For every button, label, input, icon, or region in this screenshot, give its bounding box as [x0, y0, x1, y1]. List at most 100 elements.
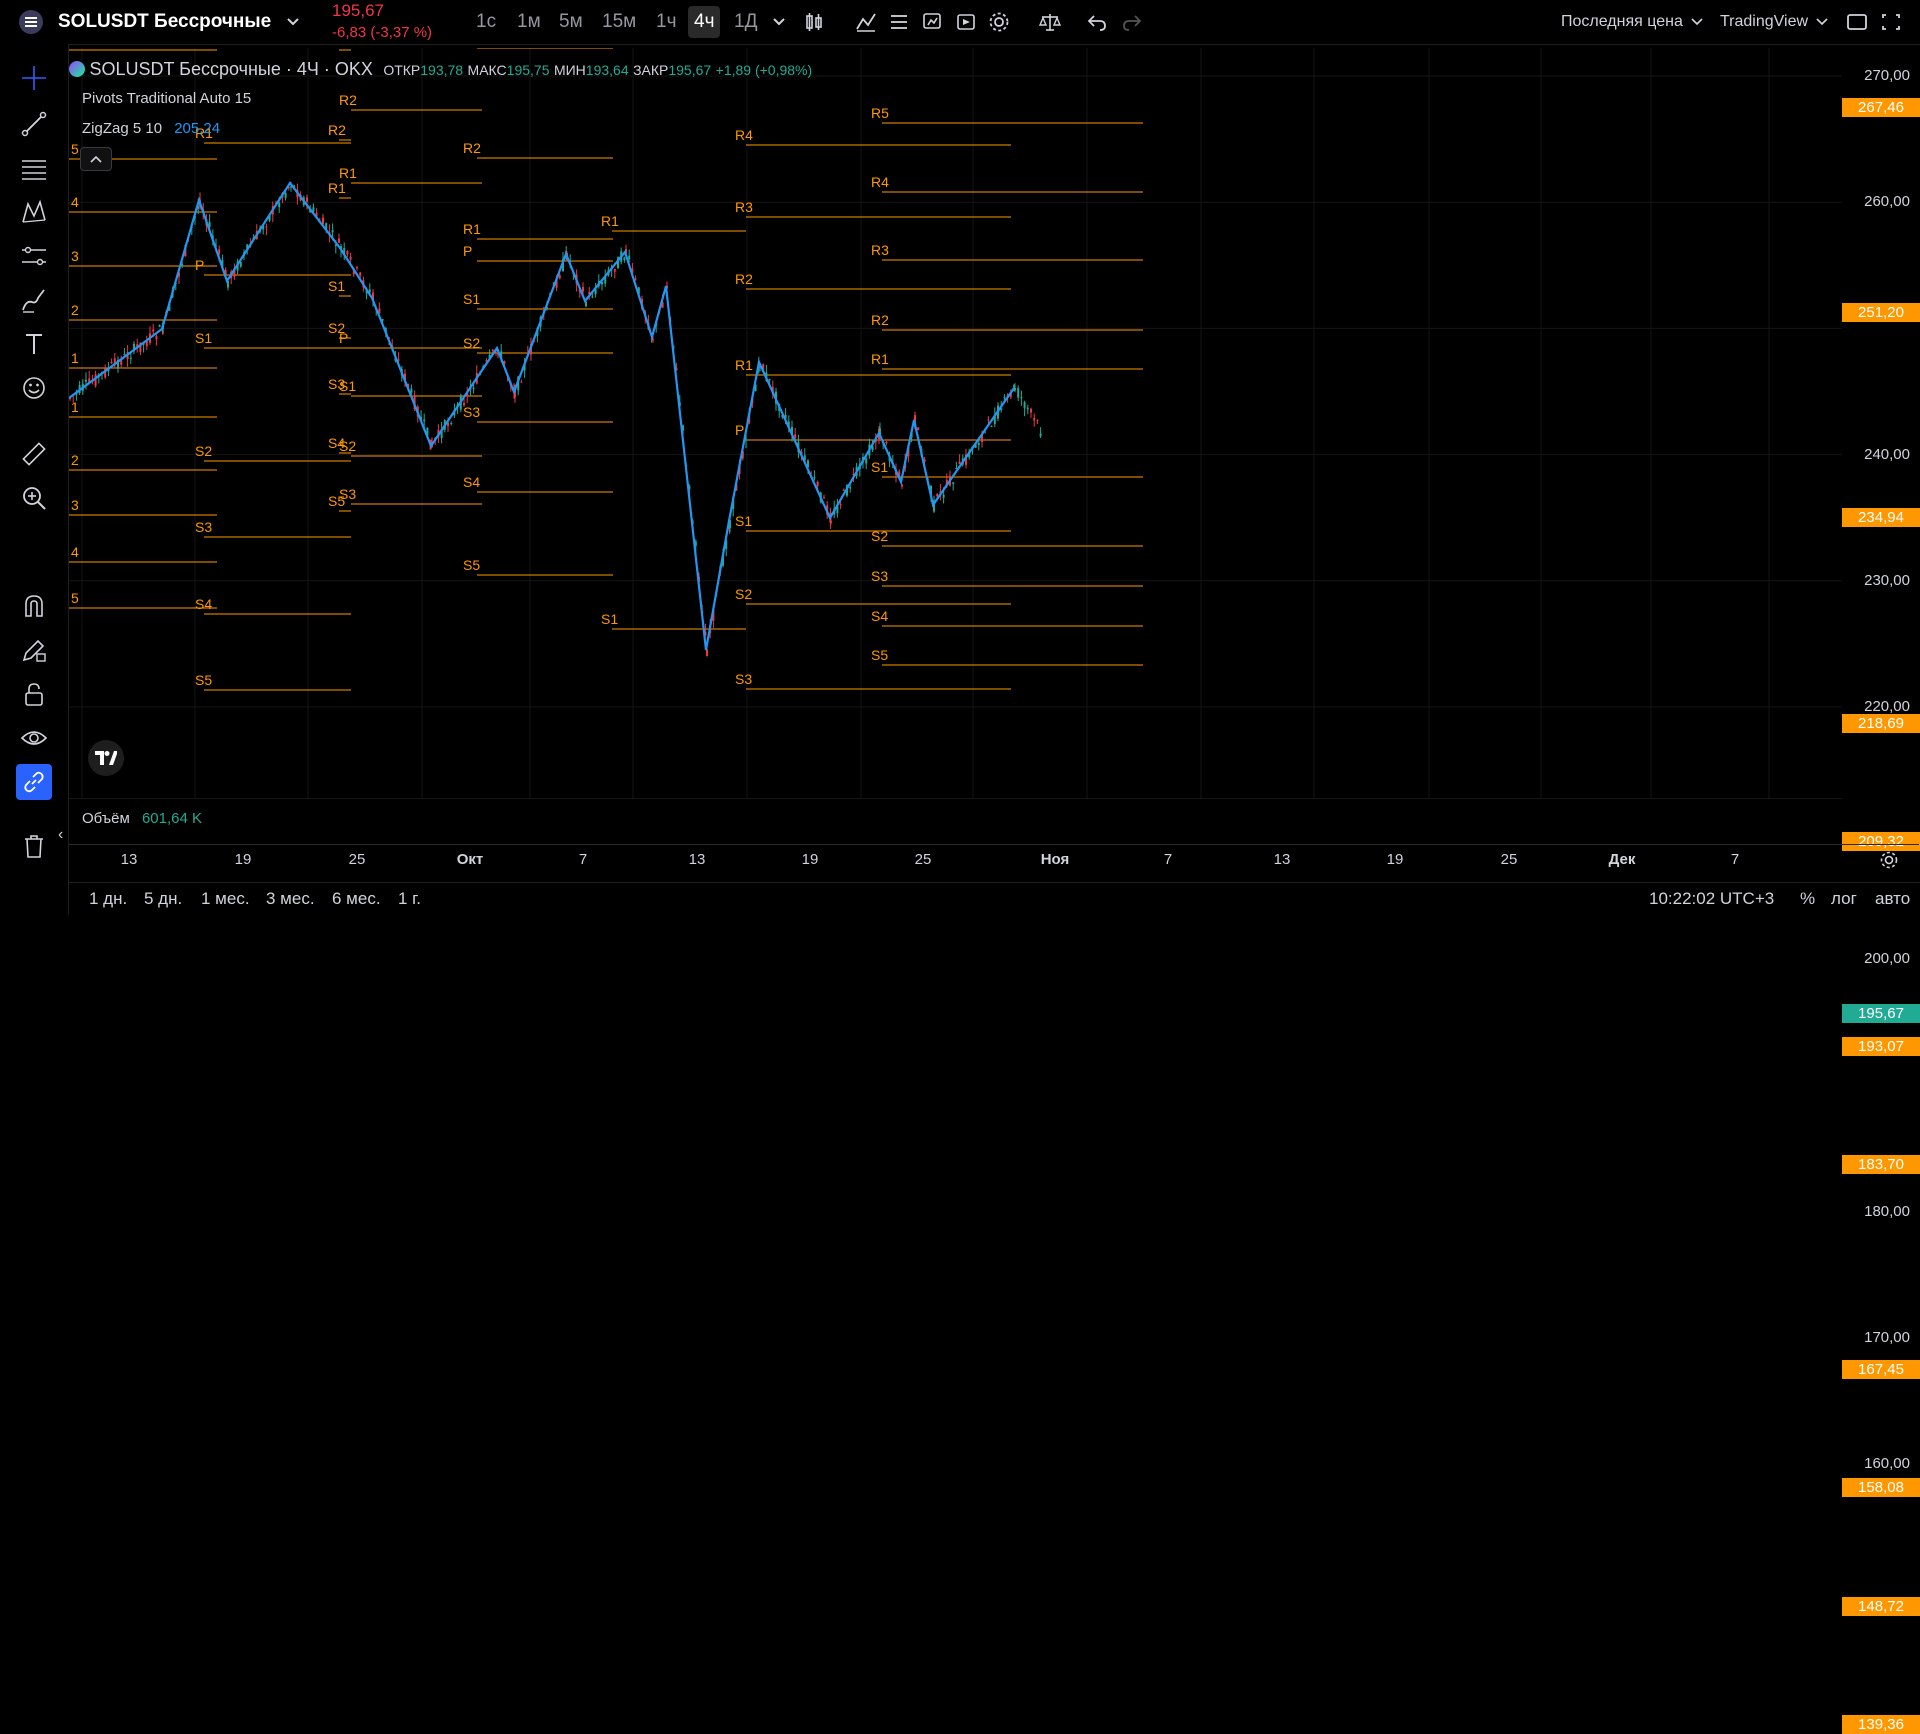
fullscreen-icon[interactable]	[1846, 0, 1868, 44]
snapshot-icon[interactable]	[1880, 0, 1902, 44]
timeframe-5m[interactable]: 5м	[553, 0, 589, 44]
candle	[628, 255, 631, 259]
redo-icon[interactable]	[1121, 0, 1143, 44]
drawing-toolbar: ‹	[0, 44, 69, 915]
pivot-label: S1	[463, 291, 480, 307]
candle	[85, 379, 87, 382]
range-3m[interactable]: 3 мес.	[266, 889, 315, 909]
legend-pivots[interactable]: Pivots Traditional Auto 15	[82, 90, 251, 107]
legend-logo-icon	[69, 61, 85, 77]
percent-toggle[interactable]: %	[1800, 889, 1815, 909]
legend-zigzag[interactable]: ZigZag 5 10 205,24	[82, 120, 220, 137]
settings-icon[interactable]	[1879, 850, 1899, 875]
pivot-label: S4	[463, 474, 480, 490]
candle	[1033, 417, 1036, 421]
pivot-label: R1	[463, 221, 481, 237]
timeframe-dropdown-icon[interactable]	[772, 0, 786, 44]
text-icon[interactable]	[16, 326, 52, 362]
timeframe-1m[interactable]: 1м	[511, 0, 547, 44]
measure-icon[interactable]	[16, 238, 52, 274]
indicators-icon[interactable]	[855, 0, 877, 44]
candle	[450, 422, 453, 425]
collapse-toolbar-icon[interactable]: ‹	[58, 826, 63, 844]
brush-icon[interactable]	[16, 282, 52, 318]
time-tick: Ноя	[1040, 851, 1070, 868]
range-6m[interactable]: 6 мес.	[332, 889, 381, 909]
eye-icon[interactable]	[16, 720, 52, 756]
time-tick: 19	[1386, 851, 1404, 868]
timeframe-1d[interactable]: 1Д	[728, 0, 763, 44]
log-toggle[interactable]: лог	[1831, 889, 1857, 909]
tradingview-logo-icon[interactable]	[88, 740, 124, 776]
link-icon[interactable]	[16, 764, 52, 800]
pivot-label: P	[735, 422, 744, 438]
candle	[158, 325, 161, 327]
pivot-label: R2	[463, 140, 481, 156]
candle	[123, 353, 126, 355]
menu-icon[interactable]	[18, 0, 44, 44]
candle	[155, 336, 158, 340]
candle	[306, 197, 308, 202]
range-1d[interactable]: 1 дн.	[89, 889, 127, 909]
magnet-icon[interactable]	[16, 588, 52, 624]
pivot-label: S3	[195, 519, 212, 535]
scales-icon[interactable]	[1038, 0, 1062, 44]
price-tick: 160,00	[1864, 1455, 1910, 1473]
time-tick: 25	[914, 851, 932, 868]
candles-icon[interactable]	[803, 0, 825, 44]
symbol-name[interactable]: SOLUSDT Бессрочные	[58, 0, 271, 44]
legend-title[interactable]: SOLUSDT Бессрочные · 4Ч · OKX	[89, 59, 372, 79]
trash-icon[interactable]	[16, 828, 52, 864]
pivot-label: R1	[871, 351, 889, 367]
chart-pane[interactable]: R2 5 4 3 2 1 1 2 3 4 5 R1 P S1 S2 S3 S4 S5 R3 R2 R1 S1 S2 S3 S4 S…	[68, 30, 1842, 1718]
ruler-icon[interactable]	[16, 436, 52, 472]
range-5d[interactable]: 5 дн.	[144, 889, 182, 909]
candle	[423, 419, 426, 422]
pivot-price-tag: 193,07	[1842, 1036, 1920, 1056]
price-tick: 180,00	[1864, 1202, 1910, 1220]
legend-volume[interactable]: Объём 601,64 K	[82, 810, 202, 827]
price-tick: 170,00	[1864, 1329, 1910, 1346]
candle	[582, 286, 584, 292]
timeframe-1s[interactable]: 1с	[470, 0, 502, 44]
chevron-down-icon[interactable]	[286, 0, 300, 44]
lock-icon[interactable]	[16, 676, 52, 712]
trendline-icon[interactable]	[16, 106, 52, 142]
candle	[356, 267, 358, 269]
tradingview-dropdown[interactable]: TradingView	[1720, 0, 1828, 44]
legend-high: 195,75	[506, 62, 550, 78]
pivot-label: S2	[735, 586, 752, 602]
price-axis[interactable]: 270,00 260,00 240,00 230,00 220,00 200,00 180,…	[1842, 48, 1920, 1734]
pivot-price-tag: 158,08	[1842, 1478, 1920, 1498]
timeframe-1h[interactable]: 1ч	[650, 0, 682, 44]
pivot-price-tag: 167,45	[1842, 1360, 1920, 1380]
range-1y[interactable]: 1 г.	[398, 889, 421, 909]
range-1m[interactable]: 1 мес.	[201, 889, 250, 909]
crosshair-icon[interactable]	[16, 60, 52, 96]
settings-icon[interactable]	[988, 0, 1010, 44]
time-axis[interactable]: 13 19 25 Окт 7 13 19 25 Ноя 7 13 19 25 Дек 7	[69, 844, 1919, 875]
templates-icon[interactable]	[888, 0, 910, 44]
undo-icon[interactable]	[1086, 0, 1108, 44]
time-tick: Дек	[1608, 851, 1636, 868]
zoom-icon[interactable]	[16, 480, 52, 516]
timeframe-4h[interactable]: 4ч	[688, 0, 721, 44]
pivot-label: R2	[735, 271, 753, 287]
clock[interactable]: 10:22:02 UTC+3	[1649, 889, 1774, 909]
candle	[706, 649, 708, 656]
price-source-dropdown[interactable]: Последняя цена	[1561, 0, 1703, 44]
pivot-label: R2	[328, 122, 346, 138]
pivot-label: S1	[601, 611, 618, 627]
replay-icon[interactable]	[955, 0, 977, 44]
auto-toggle[interactable]: авто	[1875, 889, 1910, 909]
pattern-icon[interactable]	[16, 194, 52, 230]
candle	[977, 442, 980, 445]
collapse-legend-button[interactable]	[80, 147, 112, 171]
fib-icon[interactable]	[16, 150, 52, 186]
alert-icon[interactable]	[921, 0, 943, 44]
timeframe-15m[interactable]: 15м	[596, 0, 642, 44]
emoji-icon[interactable]	[16, 370, 52, 406]
pencil-lock-icon[interactable]	[16, 632, 52, 668]
pivot-label: 5	[71, 141, 79, 157]
candle	[284, 192, 287, 198]
